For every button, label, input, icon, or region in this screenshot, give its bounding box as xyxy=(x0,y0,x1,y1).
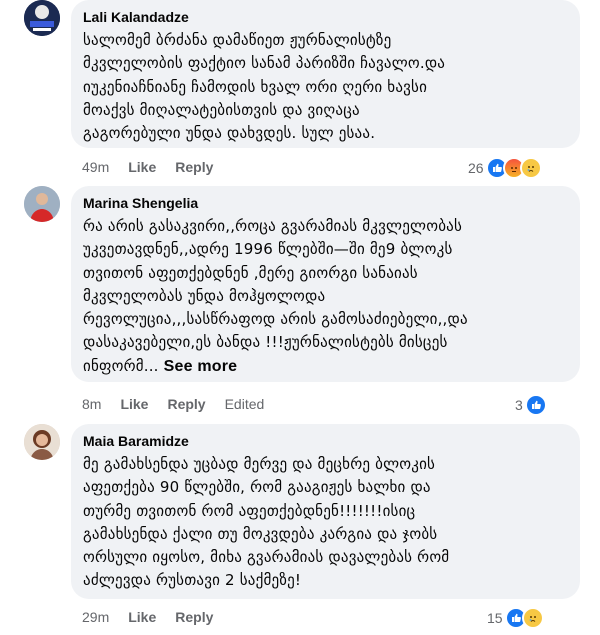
sad-reaction-icon xyxy=(519,157,542,179)
reaction-count: 26 xyxy=(468,160,484,176)
comment-time[interactable]: 49m xyxy=(82,159,109,175)
comment-actions: 49m Like Reply xyxy=(82,159,213,175)
comment-text-body: რა არის გასაკვირი,,როცა გვარამიას მკვლელ… xyxy=(83,217,468,375)
avatar[interactable] xyxy=(24,186,60,222)
comment-author[interactable]: Marina Shengelia xyxy=(83,194,568,212)
reaction-summary[interactable]: 26 xyxy=(468,157,542,179)
comment-time[interactable]: 29m xyxy=(82,609,109,625)
avatar-image xyxy=(24,424,60,460)
edited-label[interactable]: Edited xyxy=(225,396,265,412)
like-reaction-icon xyxy=(524,394,547,416)
sad-reaction-icon xyxy=(521,607,544,629)
comment-bubble: Maia Baramidze მე გამახსენდა უცბად მერვე… xyxy=(71,424,580,599)
avatar[interactable] xyxy=(24,424,60,460)
avatar[interactable] xyxy=(24,0,60,36)
reaction-count: 3 xyxy=(515,397,523,413)
comment-bubble: Marina Shengelia რა არის გასაკვირი,,როცა… xyxy=(71,186,580,382)
comment-text: მე გამახსენდა უცბად მერვე და მეცხრე ბლოკ… xyxy=(83,455,450,590)
reply-button[interactable]: Reply xyxy=(167,396,205,412)
comment-time[interactable]: 8m xyxy=(82,396,101,412)
reaction-summary[interactable]: 3 xyxy=(515,394,547,416)
avatar-image xyxy=(24,0,60,36)
comment-author[interactable]: Lali Kalandadze xyxy=(83,8,568,26)
like-button[interactable]: Like xyxy=(128,609,156,625)
avatar-image xyxy=(24,186,60,222)
comment-actions: 29m Like Reply xyxy=(82,609,213,625)
reaction-summary[interactable]: 15 xyxy=(487,607,544,629)
see-more-link[interactable]: See more xyxy=(164,358,238,375)
like-button[interactable]: Like xyxy=(128,159,156,175)
comment-author[interactable]: Maia Baramidze xyxy=(83,432,568,450)
comment-text: სალომემ ბრძანა დამაწიეთ ჟურნალისტზე მკვლ… xyxy=(83,31,446,143)
reply-button[interactable]: Reply xyxy=(175,609,213,625)
comment-text: რა არის გასაკვირი,,როცა გვარამიას მკვლელ… xyxy=(83,215,568,378)
reply-button[interactable]: Reply xyxy=(175,159,213,175)
like-button[interactable]: Like xyxy=(120,396,148,412)
comment-actions: 8m Like Reply Edited xyxy=(82,396,264,412)
reaction-count: 15 xyxy=(487,610,503,626)
comment-bubble: Lali Kalandadze სალომემ ბრძანა დამაწიეთ … xyxy=(71,0,580,148)
